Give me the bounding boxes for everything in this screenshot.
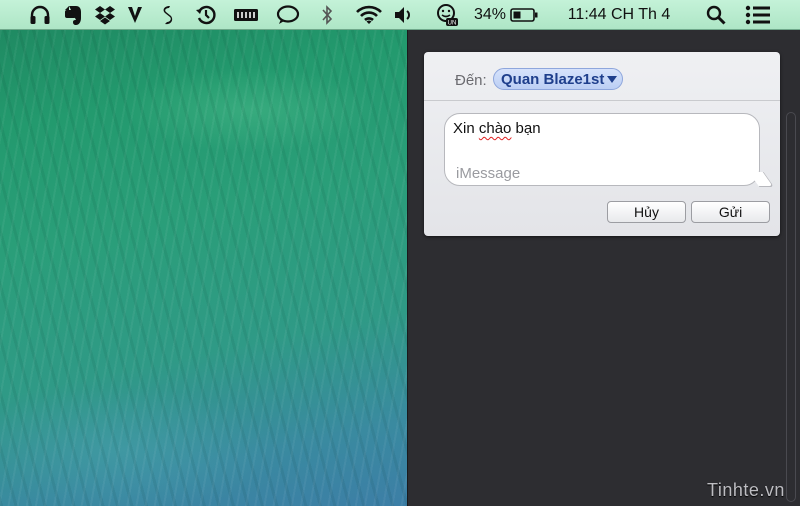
recipient-token[interactable]: Quan Blaze1st	[493, 68, 623, 90]
to-label: Đến:	[455, 72, 487, 89]
share-message-panel: Đến: Quan Blaze1st Xin chào bạn iMessage…	[424, 52, 780, 236]
vlc-icon[interactable]	[124, 0, 146, 30]
menu-bar: UN 34% 11:44 CH Th 4	[0, 0, 800, 30]
search-icon[interactable]	[704, 0, 728, 30]
misspelled-word: chào	[478, 120, 512, 137]
recipient-name: Quan Blaze1st	[501, 70, 605, 88]
cancel-button[interactable]: Hủy	[607, 201, 686, 223]
unikey-icon[interactable]: UN	[434, 0, 460, 30]
notification-center-icon[interactable]	[743, 0, 773, 30]
svg-text:UN: UN	[448, 21, 457, 27]
shazam-icon[interactable]	[155, 0, 181, 30]
watermark: Tinhte.vn	[707, 480, 785, 500]
battery-percent[interactable]: 34%	[472, 0, 508, 30]
message-placeholder: iMessage	[456, 165, 521, 182]
menubar-clock[interactable]: 11:44 CH Th 4	[552, 0, 686, 30]
notification-center-scrollbar[interactable]	[786, 112, 796, 502]
dropbox-icon[interactable]	[92, 0, 118, 30]
panel-divider	[424, 100, 780, 101]
evernote-icon[interactable]	[60, 0, 86, 30]
chevron-down-icon[interactable]	[607, 75, 618, 83]
send-button[interactable]: Gửi	[691, 201, 770, 223]
time-machine-icon[interactable]	[193, 0, 219, 30]
headphones-icon[interactable]	[27, 0, 53, 30]
battery-icon[interactable]	[509, 0, 539, 30]
volume-icon[interactable]	[393, 0, 415, 30]
wifi-icon[interactable]	[355, 0, 383, 30]
chat-icon[interactable]	[275, 0, 301, 30]
desktop-wallpaper	[0, 30, 407, 506]
battery-status-icon[interactable]	[232, 0, 260, 30]
bluetooth-icon[interactable]	[318, 0, 336, 30]
message-text[interactable]: Xin chào bạn	[453, 120, 541, 137]
